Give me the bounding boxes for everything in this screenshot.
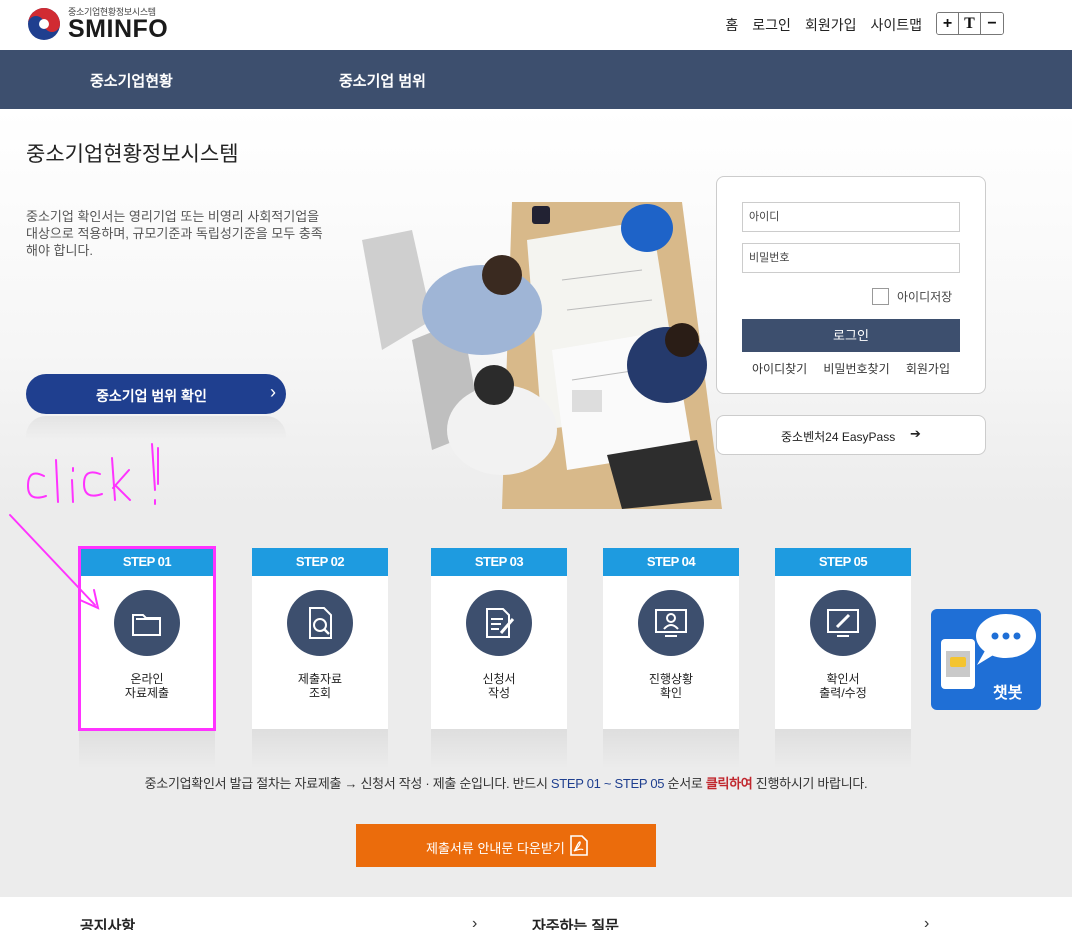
step-label: STEP 02 xyxy=(252,548,388,576)
chevron-right-icon: › xyxy=(270,382,276,402)
find-password-link[interactable]: 비밀번호찾기 xyxy=(823,360,889,377)
login-links: 아이디찾기 비밀번호찾기 회원가입 xyxy=(742,360,960,377)
sme-range-check-button[interactable]: 중소기업 범위 확인 › xyxy=(26,374,286,414)
step-shadow xyxy=(431,729,567,769)
chatbot-icon xyxy=(941,614,1036,689)
taegeuk-logo-icon xyxy=(28,8,60,40)
range-button-label: 중소기업 범위 확인 xyxy=(96,388,207,404)
nav-login[interactable]: 로그인 xyxy=(752,15,791,35)
step-label: STEP 03 xyxy=(431,548,567,576)
find-id-link[interactable]: 아이디찾기 xyxy=(752,360,807,377)
step-text: 진행상황 확인 xyxy=(648,672,694,700)
step-label: STEP 04 xyxy=(603,548,739,576)
document-edit-icon xyxy=(466,590,532,656)
chatbot-label: 챗봇 xyxy=(993,685,1023,702)
meeting-illustration xyxy=(362,202,722,509)
folder-icon xyxy=(114,590,180,656)
id-input[interactable] xyxy=(742,202,960,232)
main-nav: 중소기업현황 중소기업 범위 xyxy=(0,50,1072,109)
chevron-right-icon[interactable]: › xyxy=(924,915,929,930)
step-label: STEP 01 xyxy=(79,548,215,576)
logo-title: SMINFO xyxy=(68,15,169,43)
button-reflection xyxy=(26,416,286,440)
top-nav: 홈 로그인 회원가입 사이트맵 xyxy=(725,15,922,35)
step-03-card[interactable]: STEP 03 신청서 작성 xyxy=(431,548,567,729)
save-id-label: 아이디저장 xyxy=(897,290,953,304)
font-size-controls: + T − xyxy=(936,12,1004,35)
easypass-button[interactable]: 중소벤처24 EasyPass ➔ xyxy=(716,415,986,455)
download-guide-button[interactable]: 제출서류 안내문 다운받기 xyxy=(356,824,656,867)
step-04-card[interactable]: STEP 04 진행상황 확인 xyxy=(603,548,739,729)
login-button[interactable]: 로그인 xyxy=(742,319,960,352)
notice-part3: 순서로 xyxy=(664,776,706,791)
login-box: 아이디저장 로그인 아이디찾기 비밀번호찾기 회원가입 xyxy=(716,176,986,394)
notice-board-title[interactable]: 공지사항 xyxy=(80,915,135,930)
download-label: 제출서류 안내문 다운받기 xyxy=(426,841,565,856)
nav-home[interactable]: 홈 xyxy=(725,15,738,35)
step-shadow xyxy=(79,729,215,769)
faq-title[interactable]: 자주하는 질문 xyxy=(532,915,619,930)
save-id-checkbox[interactable] xyxy=(872,288,889,305)
chevron-right-icon[interactable]: › xyxy=(472,915,477,930)
font-increase-button[interactable]: + xyxy=(937,13,959,34)
pdf-icon xyxy=(570,835,588,856)
bottom-section: 공지사항 › 자주하는 질문 › xyxy=(0,897,1072,930)
save-id-option[interactable]: 아이디저장 xyxy=(872,288,952,305)
notice-steps: STEP 01 ~ STEP 05 xyxy=(550,776,665,791)
sminfo-logo[interactable]: 중소기업현황정보시스템 SMINFO xyxy=(26,4,176,44)
font-decrease-button[interactable]: − xyxy=(981,13,1003,34)
notice-part1: 중소기업확인서 발급 절차는 자료제출 → 신청서 작성 · 제출 순입니다. … xyxy=(144,776,551,791)
nav-signup[interactable]: 회원가입 xyxy=(805,15,857,35)
procedure-notice: 중소기업확인서 발급 절차는 자료제출 → 신청서 작성 · 제출 순입니다. … xyxy=(0,773,1012,792)
easypass-label: 중소벤처24 EasyPass xyxy=(781,430,896,444)
chatbot-button[interactable]: 챗봇 xyxy=(931,609,1041,710)
step-text: 온라인 자료제출 xyxy=(124,672,170,700)
hero-description: 중소기업 확인서는 영리기업 또는 비영리 사회적기업을 대상으로 적용하며, … xyxy=(26,209,323,258)
step-shadow xyxy=(603,729,739,769)
notice-click: 클릭하여 xyxy=(705,776,753,791)
step-shadow xyxy=(775,729,911,769)
step-label: STEP 05 xyxy=(775,548,911,576)
page-title: 중소기업현황정보시스템 xyxy=(26,143,239,166)
step-text: 신청서 작성 xyxy=(482,672,516,700)
step-02-card[interactable]: STEP 02 제출자료 조회 xyxy=(252,548,388,729)
step-text: 확인서 출력/수정 xyxy=(819,672,867,700)
top-bar: 중소기업현황정보시스템 SMINFO 홈 로그인 회원가입 사이트맵 + T − xyxy=(0,0,1072,50)
signup-link[interactable]: 회원가입 xyxy=(906,360,950,377)
step-01-card[interactable]: STEP 01 온라인 자료제출 xyxy=(79,548,215,729)
password-input[interactable] xyxy=(742,243,960,273)
step-text: 제출자료 조회 xyxy=(297,672,343,700)
gnb-sme-status[interactable]: 중소기업현황 xyxy=(90,70,173,91)
monitor-edit-icon xyxy=(810,590,876,656)
step-shadow xyxy=(252,729,388,769)
nav-sitemap[interactable]: 사이트맵 xyxy=(870,15,922,35)
gnb-sme-range[interactable]: 중소기업 범위 xyxy=(339,70,426,91)
document-search-icon xyxy=(287,590,353,656)
arrow-right-icon: ➔ xyxy=(910,426,921,441)
step-05-card[interactable]: STEP 05 확인서 출력/수정 xyxy=(775,548,911,729)
notice-part5: 진행하시기 바랍니다. xyxy=(752,776,868,791)
monitor-user-icon xyxy=(638,590,704,656)
font-reset-button[interactable]: T xyxy=(959,13,981,34)
